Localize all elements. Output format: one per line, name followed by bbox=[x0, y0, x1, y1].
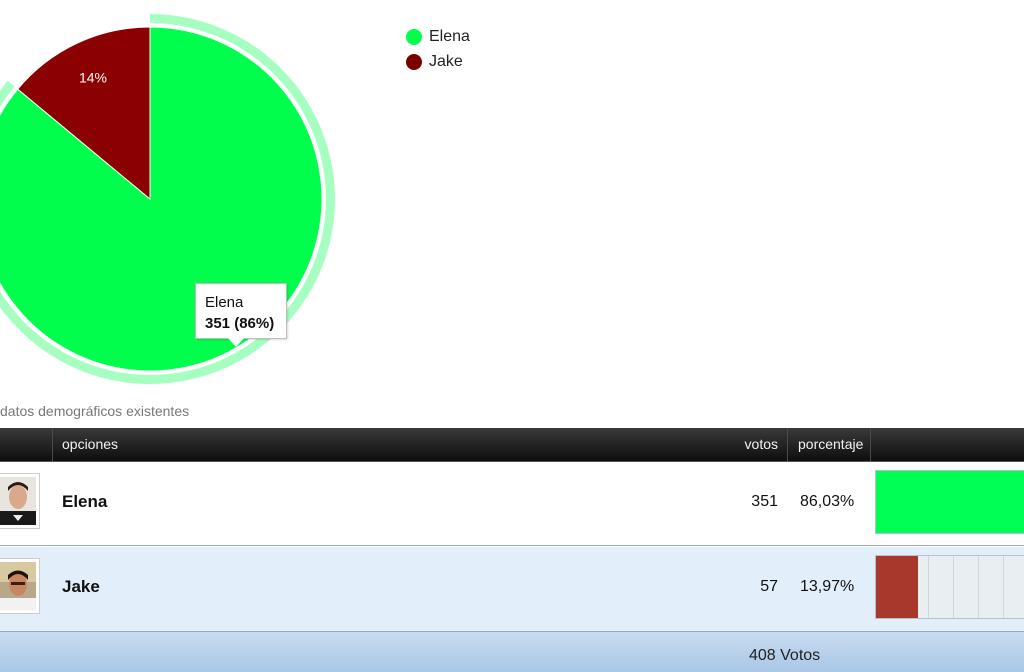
header-separator bbox=[52, 428, 53, 461]
pie-data-label-jake: 14% bbox=[79, 70, 107, 86]
row-divider bbox=[0, 545, 1024, 546]
percent-bar bbox=[875, 470, 1024, 534]
bar-gridline bbox=[928, 556, 929, 618]
avatar bbox=[0, 473, 40, 529]
header-separator bbox=[787, 428, 788, 461]
option-votes: 57 bbox=[760, 578, 778, 595]
table-row: Elena 351 86,03% bbox=[0, 462, 1024, 546]
legend-label-elena: Elena bbox=[429, 27, 470, 45]
header-options[interactable]: opciones bbox=[62, 428, 118, 461]
avatar bbox=[0, 558, 40, 614]
bar-gridline bbox=[1003, 556, 1004, 618]
legend-dot-jake bbox=[406, 53, 422, 70]
option-votes: 351 bbox=[751, 493, 778, 510]
option-name: Jake bbox=[62, 577, 100, 596]
pie-chart: 14% bbox=[0, 14, 335, 384]
option-percent: 86,03% bbox=[800, 493, 855, 510]
tooltip-pointer bbox=[228, 338, 244, 347]
legend-label-jake: Jake bbox=[429, 52, 463, 70]
bar-gridline bbox=[953, 556, 954, 618]
header-separator bbox=[870, 428, 871, 461]
header-percent[interactable]: porcentaje bbox=[798, 428, 863, 461]
header-votes[interactable]: votos bbox=[745, 428, 778, 461]
legend-item-elena[interactable]: Elena bbox=[406, 24, 470, 49]
legend-item-jake[interactable]: Jake bbox=[406, 49, 470, 74]
chart-legend: Elena Jake bbox=[406, 24, 470, 74]
table-row: Jake 57 13,97% bbox=[0, 547, 1024, 631]
tooltip-value: 351 (86%) bbox=[205, 315, 275, 332]
legend-dot-elena bbox=[406, 28, 422, 45]
avatar-elena-image bbox=[0, 477, 36, 525]
percent-bar-fill bbox=[876, 556, 918, 618]
avatar-jake-image bbox=[0, 562, 36, 610]
option-percent: 13,97% bbox=[800, 578, 855, 595]
tooltip-name: Elena bbox=[205, 294, 244, 311]
chart-tooltip: Elena 351 (86%) bbox=[195, 283, 287, 339]
results-table-header: opciones votos porcentaje bbox=[0, 428, 1024, 463]
option-name: Elena bbox=[62, 492, 108, 511]
total-votes: 408 Votos bbox=[749, 647, 821, 664]
poll-results-page: 14% Elena Jake Elena 351 (86%) datos dem… bbox=[0, 0, 1024, 672]
demographics-link[interactable]: datos demográficos existentes bbox=[0, 403, 189, 419]
percent-bar bbox=[875, 555, 1024, 619]
percent-bar-fill bbox=[876, 471, 1024, 533]
table-footer: 408 Votos bbox=[0, 632, 1024, 672]
bar-gridline bbox=[978, 556, 979, 618]
